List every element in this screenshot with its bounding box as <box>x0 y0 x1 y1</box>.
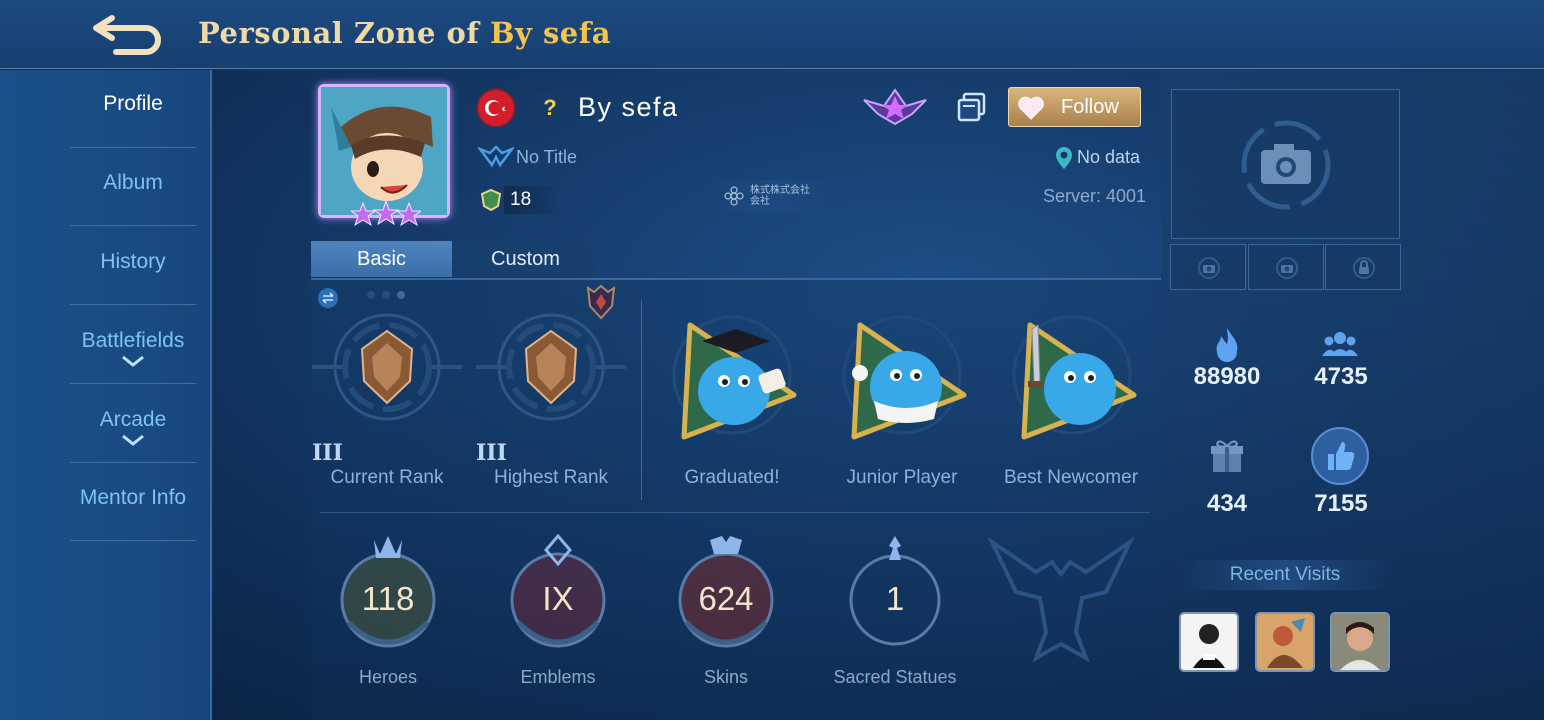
camera-icon <box>1241 120 1331 210</box>
sidebar-item-mentor-info[interactable]: Mentor Info <box>70 486 196 510</box>
chevron-down-icon <box>122 355 144 367</box>
gift-icon <box>1211 440 1243 472</box>
sidebar-item-label: Battlefields <box>81 329 185 352</box>
like-icon[interactable] <box>1310 426 1370 486</box>
cards-icon[interactable] <box>956 92 988 122</box>
unknown-badge[interactable]: ? <box>534 92 566 124</box>
current-rank-label: Current Rank <box>330 467 444 488</box>
follow-button-label: Follow <box>1061 96 1119 118</box>
camera-icon <box>1276 257 1298 279</box>
highest-rank-badge-icon <box>476 313 626 421</box>
section-divider <box>641 300 642 500</box>
purple-star-badge-icon[interactable] <box>862 88 928 126</box>
back-arrow-icon[interactable] <box>90 10 170 56</box>
sidebar-divider <box>70 147 196 148</box>
popularity-count: 88980 <box>1193 363 1261 390</box>
achievement-label: Best Newcomer <box>1003 467 1139 488</box>
emblems-label: Emblems <box>520 667 596 687</box>
avatar[interactable] <box>318 84 450 227</box>
heroes-label: Heroes <box>358 667 418 687</box>
sidebar-item-album[interactable]: Album <box>70 171 196 195</box>
squad-name: 株式株式会社会社 <box>750 185 810 207</box>
recent-visitor-avatar[interactable] <box>1330 612 1390 672</box>
emblems-level: IX <box>542 580 574 617</box>
skins-label: Skins <box>703 667 748 687</box>
best-newcomer-achievement-icon[interactable] <box>1004 315 1140 445</box>
location-pin-icon <box>1056 147 1072 169</box>
sidebar-divider <box>70 540 196 541</box>
sidebar-divider <box>70 462 196 463</box>
level-shield-icon <box>480 188 502 212</box>
sidebar: Profile Album History Battlefields Arcad… <box>0 70 212 720</box>
recent-visitor-avatar[interactable] <box>1179 612 1239 672</box>
recent-visits-title: Recent Visits <box>1181 560 1389 590</box>
sidebar-item-arcade[interactable]: Arcade <box>70 408 196 446</box>
followers-icon <box>1322 332 1358 356</box>
skins-count: 624 <box>698 580 754 617</box>
server-text: Server: 4001 <box>1043 186 1147 206</box>
heroes-count: 118 <box>361 580 415 617</box>
photo-slot[interactable] <box>1248 244 1324 290</box>
hero-portrait-icon <box>321 87 447 215</box>
tab-basic[interactable]: Basic <box>311 241 452 277</box>
flame-icon <box>1216 328 1238 362</box>
likes-count: 7155 <box>1314 490 1368 517</box>
current-rank-tier: III <box>312 440 343 466</box>
location-text: No data <box>1077 147 1141 167</box>
achievement-label: Graduated! <box>684 467 780 488</box>
player-level: 18 <box>510 189 532 210</box>
main-photo-slot[interactable] <box>1171 89 1400 239</box>
follow-button[interactable]: Follow <box>1008 87 1141 127</box>
page-title-player-name: By sefa <box>490 16 612 50</box>
flower-icon <box>724 186 744 206</box>
photo-slot[interactable] <box>1170 244 1246 290</box>
camera-icon <box>1198 257 1220 279</box>
sidebar-divider <box>70 383 196 384</box>
sacred-statues-label: Sacred Statues <box>833 667 957 687</box>
sidebar-item-battlefields[interactable]: Battlefields <box>70 329 196 367</box>
junior-player-achievement-icon[interactable] <box>834 315 970 445</box>
section-divider <box>320 512 1150 513</box>
highest-rank-tier: III <box>476 440 507 466</box>
tab-custom[interactable]: Custom <box>455 241 596 277</box>
highest-rank-label: Highest Rank <box>493 467 609 488</box>
achievement-label: Junior Player <box>846 467 958 488</box>
chevron-down-icon <box>122 434 144 446</box>
star-rating-icon <box>351 199 421 227</box>
page-dots-indicator <box>367 291 405 299</box>
page-title-prefix: Personal Zone of <box>198 16 480 50</box>
page-title: Personal Zone of By sefa <box>198 16 611 50</box>
sidebar-item-label: Arcade <box>99 408 167 431</box>
top-bar: Personal Zone of By sefa <box>0 0 1544 69</box>
sidebar-divider <box>70 304 196 305</box>
title-wings-icon <box>478 145 514 168</box>
eagle-emblem-icon <box>986 536 1136 663</box>
turkey-flag-icon <box>476 88 516 128</box>
recent-visitor-avatar[interactable] <box>1255 612 1315 672</box>
sacred-statues-count: 1 <box>885 580 905 617</box>
graduated-achievement-icon[interactable] <box>664 315 800 445</box>
gifts-count: 434 <box>1206 490 1248 517</box>
photo-slot-locked[interactable] <box>1325 244 1401 290</box>
lock-icon <box>1353 257 1375 279</box>
sidebar-item-history[interactable]: History <box>70 250 196 274</box>
player-title: No Title <box>516 147 578 167</box>
sidebar-item-profile[interactable]: Profile <box>70 92 196 116</box>
followers-count: 4735 <box>1314 363 1368 390</box>
player-name: By sefa <box>578 92 679 122</box>
heart-icon <box>1018 96 1044 120</box>
sidebar-divider <box>70 225 196 226</box>
current-rank-badge-icon <box>312 313 462 421</box>
